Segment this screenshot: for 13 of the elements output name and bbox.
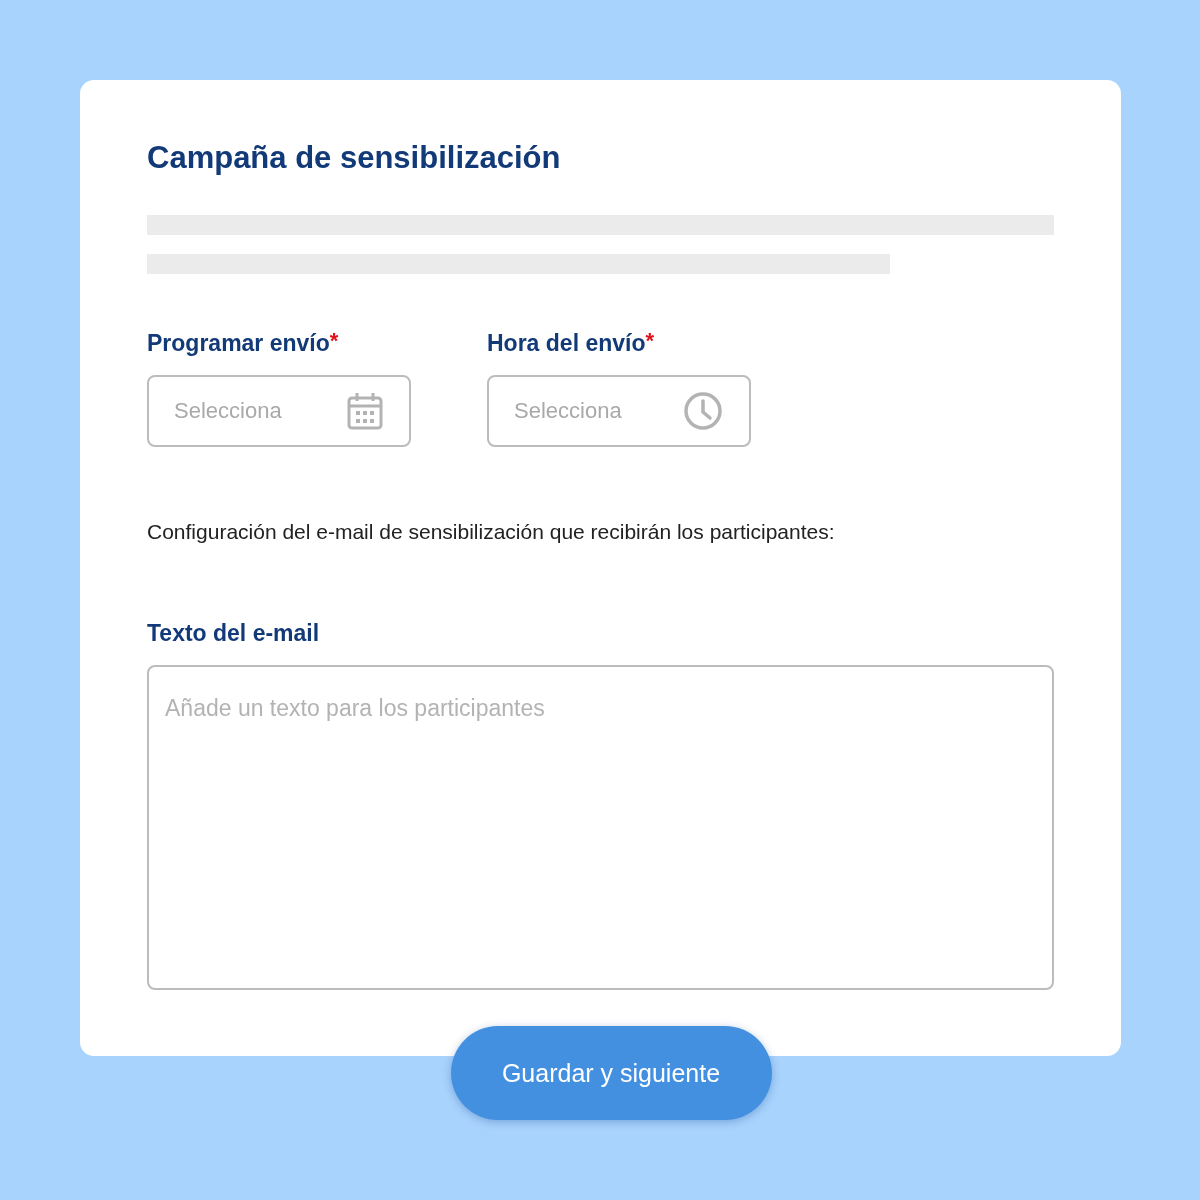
time-picker[interactable]: Selecciona bbox=[487, 375, 751, 447]
instructions-text: Configuración del e-mail de sensibilización que recibirán los participantes: bbox=[147, 519, 836, 545]
clock-icon bbox=[683, 391, 723, 431]
field-label: Hora del envío bbox=[487, 329, 646, 358]
email-text-field[interactable]: Añade un texto para los participantes bbox=[147, 665, 1054, 990]
field-label: Texto del e-mail bbox=[147, 619, 321, 648]
save-next-button[interactable]: Guardar y siguiente bbox=[450, 1026, 772, 1120]
required-mark: * bbox=[329, 328, 339, 354]
date-picker[interactable]: Selecciona bbox=[147, 375, 411, 447]
calendar-icon bbox=[347, 392, 383, 430]
field-label: Programar envío bbox=[147, 329, 330, 358]
form-title: Campaña de sensibilización bbox=[147, 140, 562, 176]
required-mark: * bbox=[645, 328, 655, 354]
